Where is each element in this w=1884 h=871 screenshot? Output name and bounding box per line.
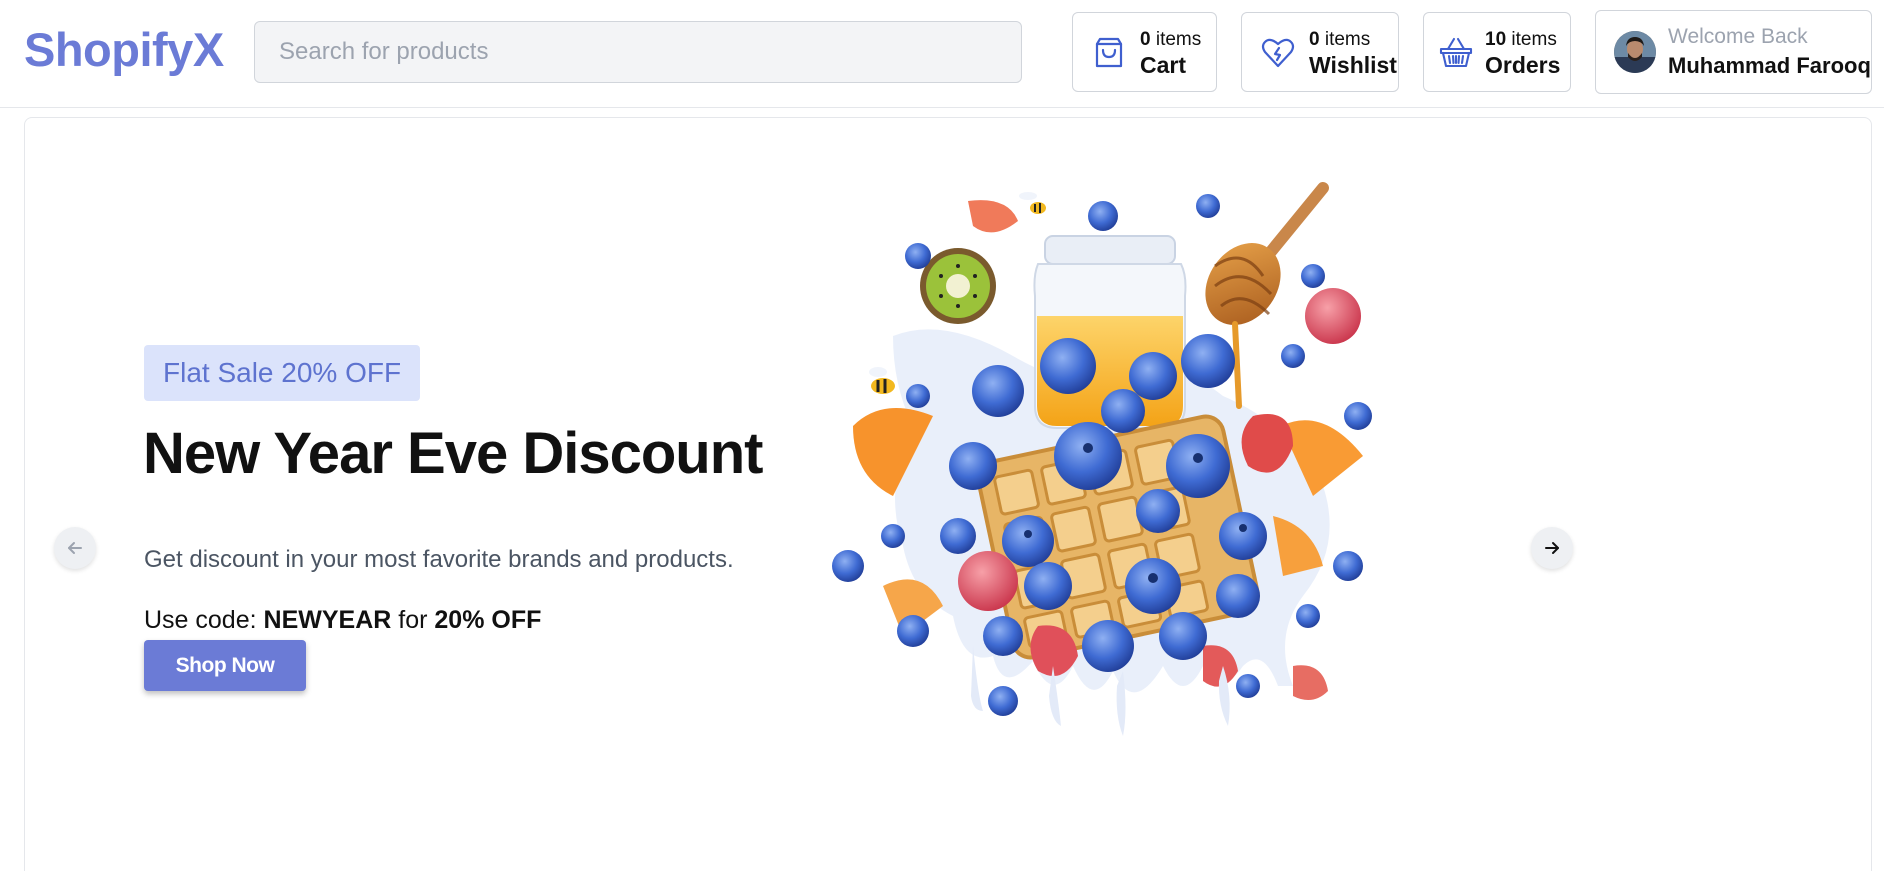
arrow-right-icon (1545, 542, 1559, 554)
shop-now-button[interactable]: Shop Now (144, 640, 306, 691)
heart-icon (1261, 38, 1295, 68)
orders-count: 10 items (1485, 29, 1557, 50)
search-input[interactable] (254, 21, 1022, 83)
welcome-text: Welcome Back (1668, 25, 1808, 48)
brand-logo[interactable]: ShopifyX (24, 22, 224, 77)
promo-code: NEWYEAR (263, 606, 392, 634)
orders-label: Orders (1485, 52, 1561, 78)
discount-amount: 20% OFF (434, 606, 542, 634)
sale-badge: Flat Sale 20% OFF (144, 345, 421, 401)
orders-button[interactable]: 10 items Orders (1423, 12, 1571, 92)
user-avatar (1614, 31, 1656, 73)
user-name: Muhammad Farooq (1668, 53, 1871, 78)
hero-food-image (832, 182, 1372, 736)
hero-banner: Flat Sale 20% OFF New Year Eve Discount … (24, 117, 1872, 871)
arrow-left-icon (68, 542, 82, 554)
user-menu[interactable]: Welcome Back Muhammad Farooq (1595, 10, 1872, 94)
basket-icon (1439, 37, 1473, 68)
hero-subtitle: Get discount in your most favorite brand… (144, 546, 734, 573)
shopping-bag-icon (1095, 37, 1123, 68)
wishlist-button[interactable]: 0 items Wishlist (1241, 12, 1399, 92)
carousel-prev-button[interactable] (54, 527, 96, 569)
wishlist-label: Wishlist (1309, 52, 1397, 78)
promo-code-line: Use code: NEWYEAR for 20% OFF (144, 606, 542, 634)
top-header: ShopifyX 0 items Cart 0 items Wishlist 1… (0, 0, 1884, 108)
wishlist-count: 0 items (1309, 29, 1371, 50)
carousel-next-button[interactable] (1531, 527, 1573, 569)
hero-title: New Year Eve Discount (143, 421, 763, 486)
cart-label: Cart (1140, 52, 1187, 78)
cart-button[interactable]: 0 items Cart (1072, 12, 1217, 92)
cart-count: 0 items (1140, 29, 1202, 50)
